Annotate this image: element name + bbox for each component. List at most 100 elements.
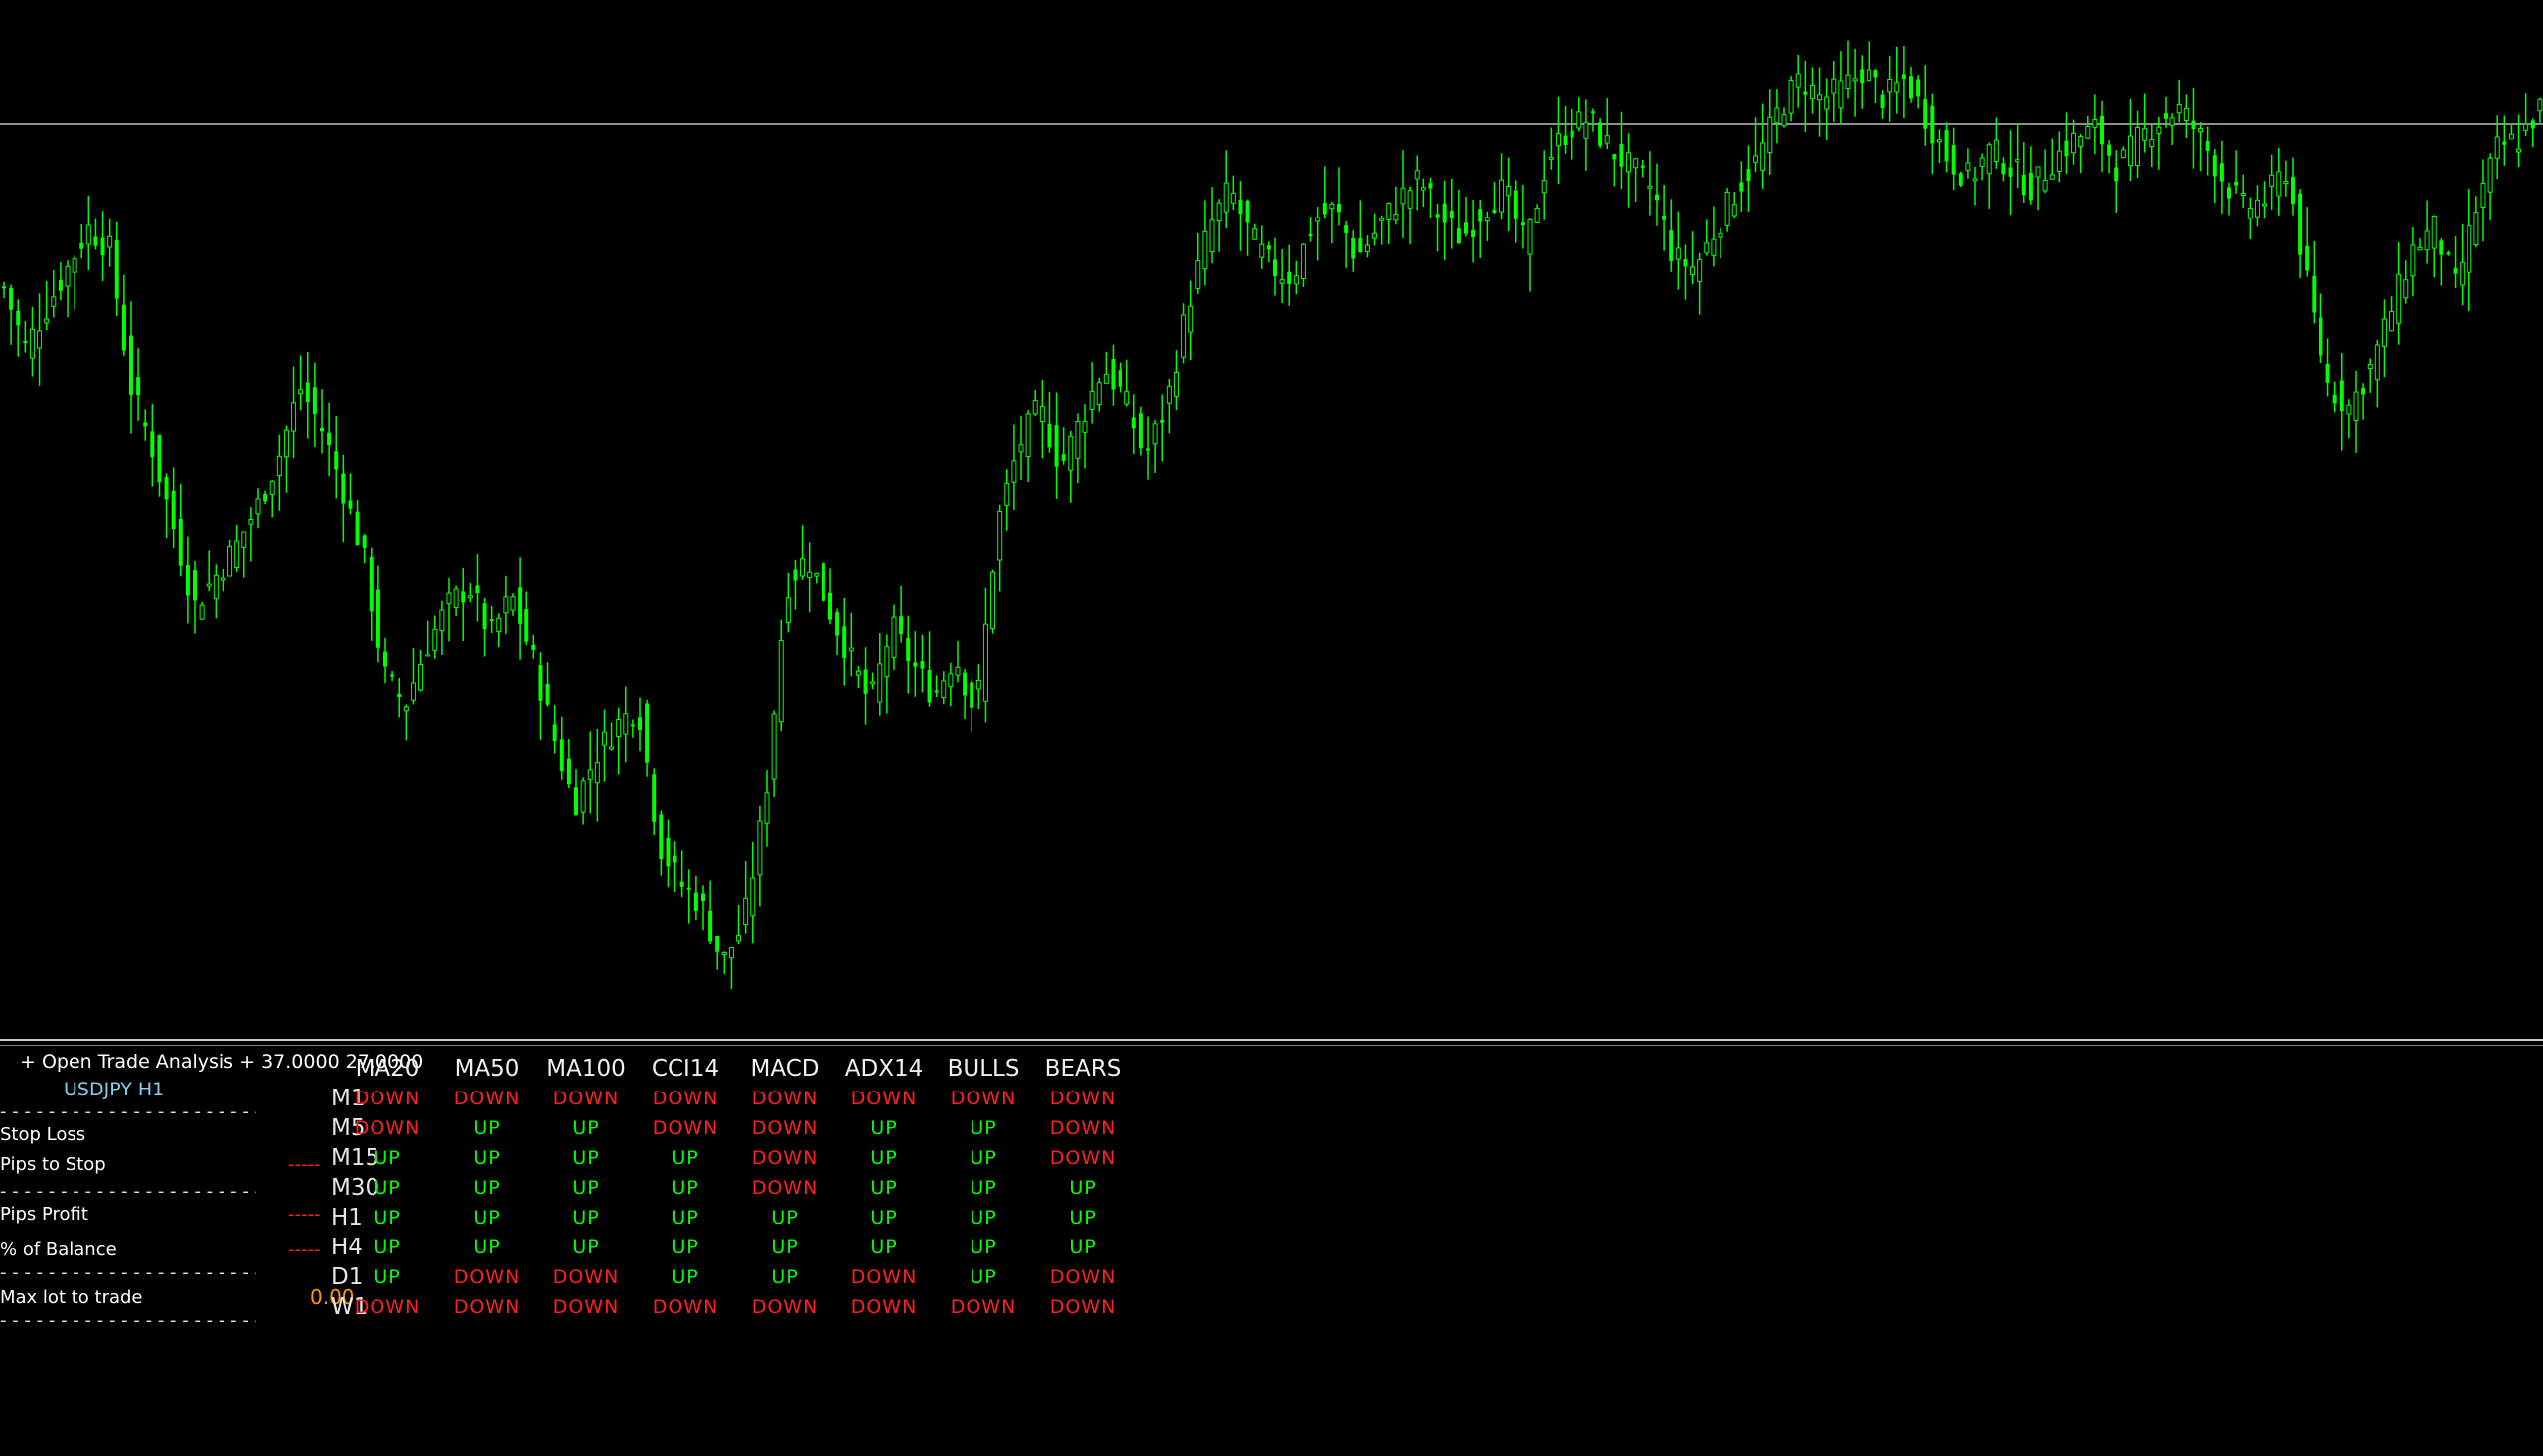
candle-body (1817, 94, 1823, 101)
candle (666, 819, 671, 888)
candle-body (1245, 200, 1250, 223)
candle (44, 280, 50, 331)
candle (1513, 180, 1518, 243)
candle (785, 572, 791, 633)
candle-body (948, 673, 954, 688)
candle (1894, 46, 1900, 114)
candle (2410, 226, 2416, 296)
signal-cell: DOWN (453, 1296, 521, 1318)
candle (1032, 390, 1038, 417)
signal-cell: UP (1069, 1237, 1097, 1258)
signal-cell: UP (473, 1177, 501, 1199)
candle (2381, 299, 2387, 378)
candle-body (638, 717, 642, 730)
signal-cell: UP (572, 1117, 600, 1139)
candle (1739, 161, 1744, 213)
candle-body (1612, 154, 1617, 160)
candle (1541, 150, 1547, 220)
candle-body (1930, 105, 1935, 144)
candle-body (1972, 178, 1978, 182)
candle-body (193, 570, 197, 601)
candle (899, 585, 904, 643)
candle-body (715, 936, 720, 952)
candle (1111, 344, 1116, 406)
candle-body (1025, 413, 1031, 457)
candle-body (446, 592, 452, 605)
candle (927, 631, 932, 707)
candle (58, 262, 63, 301)
candle-body (467, 595, 473, 599)
candle-body (305, 382, 310, 403)
candle-body (510, 596, 516, 611)
candle-body (503, 596, 509, 614)
candle-body (2298, 193, 2303, 255)
candle (79, 223, 84, 259)
candle-body (403, 706, 409, 712)
candle (1230, 175, 1236, 211)
candle-body (2367, 364, 2373, 370)
candle (1993, 117, 1999, 169)
candle-body (432, 628, 438, 651)
candle (199, 601, 205, 620)
candle-body (1718, 232, 1723, 238)
candle-body (114, 239, 119, 299)
candle-body (1894, 82, 1900, 93)
candle (1972, 166, 1978, 206)
candle-body (1358, 238, 1363, 253)
candle-body (227, 545, 233, 577)
candle (1344, 221, 1349, 268)
candle (2056, 131, 2062, 183)
candle-body (1647, 185, 1653, 189)
column-header-ma50: MA50 (454, 1056, 520, 1082)
candle (16, 299, 21, 357)
signal-cell: UP (771, 1266, 799, 1288)
candle-body (164, 477, 169, 500)
signal-cell: UP (473, 1207, 501, 1229)
candle-body (2247, 208, 2253, 219)
candle-body (524, 609, 529, 642)
candle-body (594, 762, 600, 784)
candle-body (143, 422, 148, 427)
candle (496, 613, 502, 648)
candle-body (2312, 275, 2317, 313)
divider-line: - - - - - - - - - - - - - - - - - - - - … (0, 1181, 256, 1202)
candle (1329, 201, 1335, 244)
candle (397, 677, 402, 718)
candle (764, 769, 770, 847)
price-chart[interactable] (0, 0, 2543, 1038)
candle (814, 572, 820, 584)
candle-body (1096, 382, 1102, 405)
candle-body (1986, 144, 1992, 175)
candle (2361, 383, 2366, 420)
candle (997, 504, 1003, 592)
candle (1499, 153, 1505, 220)
candle (1817, 67, 1823, 137)
candle (1160, 394, 1165, 462)
candle (990, 569, 996, 634)
candle (1852, 48, 1858, 117)
candle-body (1124, 391, 1130, 405)
signal-cell: DOWN (652, 1117, 719, 1139)
candle (1293, 260, 1299, 295)
candle-body (489, 619, 494, 622)
candle (489, 605, 494, 634)
candle-body (1604, 135, 1610, 144)
candle-body (1711, 238, 1717, 256)
candle-body (1852, 78, 1858, 82)
candle-body (2473, 212, 2479, 246)
candle-body (2176, 104, 2182, 114)
candle-body (1166, 385, 1172, 404)
indicator-window-separator[interactable] (0, 1039, 2543, 1041)
candle-body (2487, 157, 2493, 193)
candle-body (241, 531, 247, 548)
pips-to-stop-label: Pips to Stop (0, 1154, 106, 1175)
candle (1393, 186, 1399, 225)
candle (2114, 150, 2119, 213)
candle-body (743, 897, 749, 926)
candle-body (255, 498, 261, 515)
candle (982, 587, 988, 723)
candle-body (1583, 122, 1589, 139)
candle (439, 600, 445, 655)
candle (1025, 410, 1031, 482)
candle (842, 597, 847, 686)
